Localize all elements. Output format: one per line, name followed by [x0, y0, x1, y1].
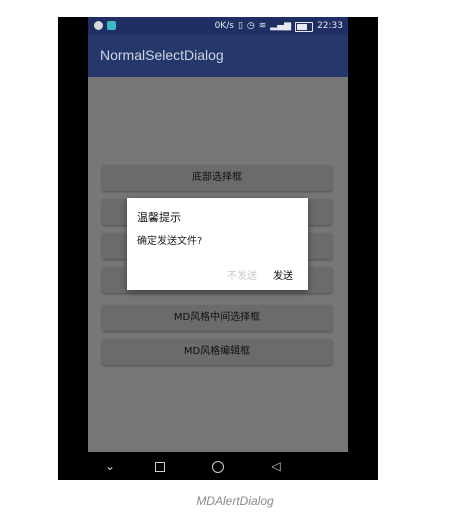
screen: 0K/s ▯ ◷ ≋ ▂▄▆ 22:33 NormalSelectDialog … [88, 17, 348, 480]
recents-icon[interactable] [150, 452, 170, 480]
bottom-select-button[interactable]: 底部选择框 [102, 165, 332, 191]
phone-frame: 0K/s ▯ ◷ ≋ ▂▄▆ 22:33 NormalSelectDialog … [58, 17, 378, 480]
dont-send-button[interactable]: 不发送 [227, 267, 257, 282]
notification-icon [107, 21, 116, 30]
app-bar: NormalSelectDialog [88, 35, 348, 77]
md-center-select-button[interactable]: MD风格中间选择框 [102, 305, 332, 331]
chevron-down-icon[interactable]: ⌄ [100, 452, 120, 480]
home-icon[interactable] [208, 452, 228, 480]
back-icon[interactable]: ◁ [266, 452, 286, 480]
send-button[interactable]: 发送 [273, 267, 293, 282]
signal-icon: ▂▄▆ [270, 21, 292, 31]
clock: 22:33 [317, 21, 343, 31]
md-edit-button[interactable]: MD风格编辑框 [102, 339, 332, 365]
alarm-icon: ◷ [246, 21, 255, 31]
navigation-bar: ⌄ ◁ [88, 452, 348, 480]
vibrate-icon: ▯ [237, 21, 243, 31]
figure-caption: MDAlertDialog [196, 494, 274, 508]
app-notification-icon [94, 21, 103, 30]
dialog-message: 确定发送文件? [137, 236, 203, 247]
network-speed: 0K/s [214, 21, 234, 31]
wifi-icon: ≋ [258, 21, 267, 31]
alert-dialog: 温馨提示 确定发送文件? 不发送 发送 [127, 198, 308, 290]
app-title: NormalSelectDialog [100, 47, 224, 63]
status-bar: 0K/s ▯ ◷ ≋ ▂▄▆ 22:33 [88, 17, 348, 35]
dialog-title: 温馨提示 [137, 211, 181, 224]
battery-icon [295, 22, 314, 32]
